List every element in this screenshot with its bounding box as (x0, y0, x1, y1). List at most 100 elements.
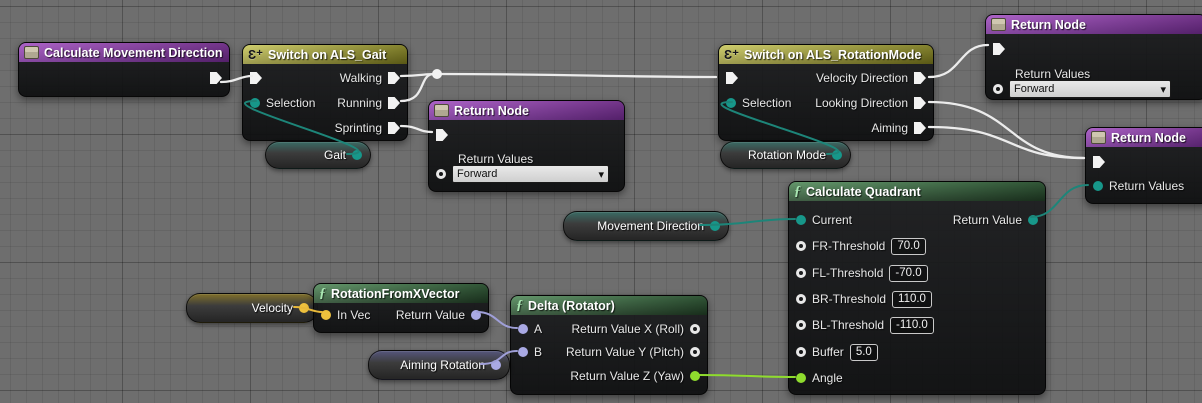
pin-label-looking-direction: Looking Direction (815, 96, 908, 110)
wire-exec-aiming-to-returnright[interactable] (929, 127, 1084, 158)
node-rotationfromxvector[interactable]: ƒ RotationFromXVector In Vec Return Valu… (313, 283, 489, 333)
exec-output-pin-walking[interactable] (388, 72, 400, 84)
variable-rotation-mode[interactable]: Rotation Mode (720, 141, 851, 169)
pin-label-velocity-direction: Velocity Direction (816, 71, 908, 85)
pin-label-a: A (534, 322, 542, 336)
current-input-pin[interactable] (796, 215, 806, 225)
bl-threshold-input-pin[interactable] (796, 320, 806, 330)
br-threshold-input-pin[interactable] (796, 294, 806, 304)
aiming-rotation-output-pin[interactable] (491, 360, 501, 370)
reroute-node[interactable] (432, 69, 442, 79)
switch-icon: Ɛ⁺ (248, 48, 263, 61)
exec-output-pin-running[interactable] (388, 97, 400, 109)
macro-icon (24, 46, 39, 59)
node-header[interactable]: ƒ Delta (Rotator) (511, 296, 707, 315)
pin-label-selection: Selection (742, 96, 791, 110)
node-header[interactable]: Return Node (1086, 128, 1202, 147)
return-values-input-pin[interactable] (993, 84, 1003, 94)
pin-label-br-threshold: BR-Threshold (812, 292, 886, 306)
node-switch-on-als-rotationmode[interactable]: Ɛ⁺ Switch on ALS_RotationMode Velocity D… (718, 44, 934, 141)
variable-label: Movement Direction (597, 219, 704, 233)
return-value-y-output-pin[interactable] (690, 347, 700, 357)
br-threshold-value-field[interactable]: 110.0 (892, 291, 932, 308)
wire-exec-velocitydirection-to-returntop[interactable] (929, 45, 988, 77)
wire-yaw-to-angle[interactable] (699, 375, 795, 377)
movement-direction-output-pin[interactable] (710, 221, 720, 231)
variable-movement-direction[interactable]: Movement Direction (563, 211, 729, 241)
node-title: Delta (Rotator) (528, 299, 615, 313)
return-value-output-pin[interactable] (471, 310, 481, 320)
return-value-x-output-pin[interactable] (690, 324, 700, 334)
buffer-input-pin[interactable] (796, 347, 806, 357)
velocity-output-pin[interactable] (299, 303, 309, 313)
function-icon: ƒ (794, 185, 801, 199)
function-icon: ƒ (319, 287, 326, 301)
macro-icon (434, 104, 449, 117)
pin-label-fl-threshold: FL-Threshold (812, 266, 883, 280)
wire-exec-lookingdirection-to-returnright[interactable] (929, 102, 1084, 158)
exec-output-pin-looking-direction[interactable] (914, 97, 926, 109)
node-header[interactable]: Return Node (986, 15, 1202, 34)
pin-label-buffer: Buffer (812, 345, 844, 359)
blueprint-graph-canvas[interactable]: Calculate Movement Direction Ɛ⁺ Switch o… (0, 0, 1202, 403)
return-value-dropdown[interactable]: Forward ▾ (1009, 80, 1171, 98)
selection-input-pin[interactable] (250, 98, 260, 108)
fr-threshold-input-pin[interactable] (796, 241, 806, 251)
node-header[interactable]: Ɛ⁺ Switch on ALS_Gait (243, 45, 407, 64)
node-return-right[interactable]: Return Node Return Values (1085, 127, 1202, 204)
return-values-input-pin[interactable] (1093, 181, 1103, 191)
variable-gait[interactable]: Gait (265, 141, 371, 169)
node-switch-on-als-gait[interactable]: Ɛ⁺ Switch on ALS_Gait Walking Selection … (242, 44, 408, 141)
exec-output-pin-aiming[interactable] (914, 122, 926, 134)
variable-label: Gait (324, 148, 346, 162)
fr-threshold-value-field[interactable]: 70.0 (891, 238, 925, 255)
b-input-pin[interactable] (518, 347, 528, 357)
node-header[interactable]: Calculate Movement Direction (19, 43, 229, 62)
node-header[interactable]: Return Node (429, 101, 624, 120)
node-calculate-movement-direction[interactable]: Calculate Movement Direction (18, 42, 230, 97)
pin-label-return-value: Return Value (953, 213, 1022, 227)
exec-input-pin[interactable] (1093, 156, 1105, 168)
return-value-z-output-pin[interactable] (690, 371, 700, 381)
wire-exec-reroute-to-switchrotationmode[interactable] (437, 74, 716, 77)
pin-label-fr-threshold: FR-Threshold (812, 239, 885, 253)
in-vec-input-pin[interactable] (321, 310, 331, 320)
variable-velocity[interactable]: Velocity (186, 293, 318, 323)
exec-output-pin[interactable] (210, 72, 222, 84)
node-header[interactable]: ƒ Calculate Quadrant (789, 182, 1045, 201)
macro-icon (1091, 131, 1106, 144)
node-return-mid[interactable]: Return Node Return Values Forward ▾ (428, 100, 625, 192)
exec-input-pin[interactable] (436, 129, 448, 141)
return-values-input-pin[interactable] (436, 169, 446, 179)
node-title: Calculate Movement Direction (44, 46, 223, 60)
exec-input-pin[interactable] (250, 72, 262, 84)
exec-output-pin-sprinting[interactable] (388, 122, 400, 134)
return-value-dropdown[interactable]: Forward ▾ (452, 165, 609, 183)
fl-threshold-input-pin[interactable] (796, 268, 806, 278)
variable-aiming-rotation[interactable]: Aiming Rotation (368, 350, 510, 380)
node-title: RotationFromXVector (331, 287, 460, 301)
a-input-pin[interactable] (518, 324, 528, 334)
angle-input-pin[interactable] (796, 373, 806, 383)
exec-input-pin[interactable] (726, 72, 738, 84)
exec-input-pin[interactable] (993, 43, 1005, 55)
node-title: Switch on ALS_Gait (268, 48, 386, 62)
pin-label-running: Running (337, 96, 382, 110)
fl-threshold-value-field[interactable]: -70.0 (889, 265, 927, 282)
node-return-top[interactable]: Return Node Return Values Forward ▾ (985, 14, 1202, 100)
node-header[interactable]: ƒ RotationFromXVector (314, 284, 488, 303)
node-title: Return Node (1111, 131, 1186, 145)
exec-output-pin-velocity-direction[interactable] (914, 72, 926, 84)
node-calculate-quadrant[interactable]: ƒ Calculate Quadrant Current Return Valu… (788, 181, 1046, 395)
selection-input-pin[interactable] (726, 98, 736, 108)
rotation-mode-output-pin[interactable] (832, 150, 842, 160)
macro-icon (991, 18, 1006, 31)
node-delta-rotator[interactable]: ƒ Delta (Rotator) A Return Value X (Roll… (510, 295, 708, 395)
node-header[interactable]: Ɛ⁺ Switch on ALS_RotationMode (719, 45, 933, 64)
gait-output-pin[interactable] (352, 150, 362, 160)
pin-label-current: Current (812, 213, 852, 227)
return-value-output-pin[interactable] (1028, 215, 1038, 225)
bl-threshold-value-field[interactable]: -110.0 (890, 317, 934, 334)
buffer-value-field[interactable]: 5.0 (850, 344, 878, 361)
dropdown-selected-value: Forward (1014, 83, 1054, 95)
